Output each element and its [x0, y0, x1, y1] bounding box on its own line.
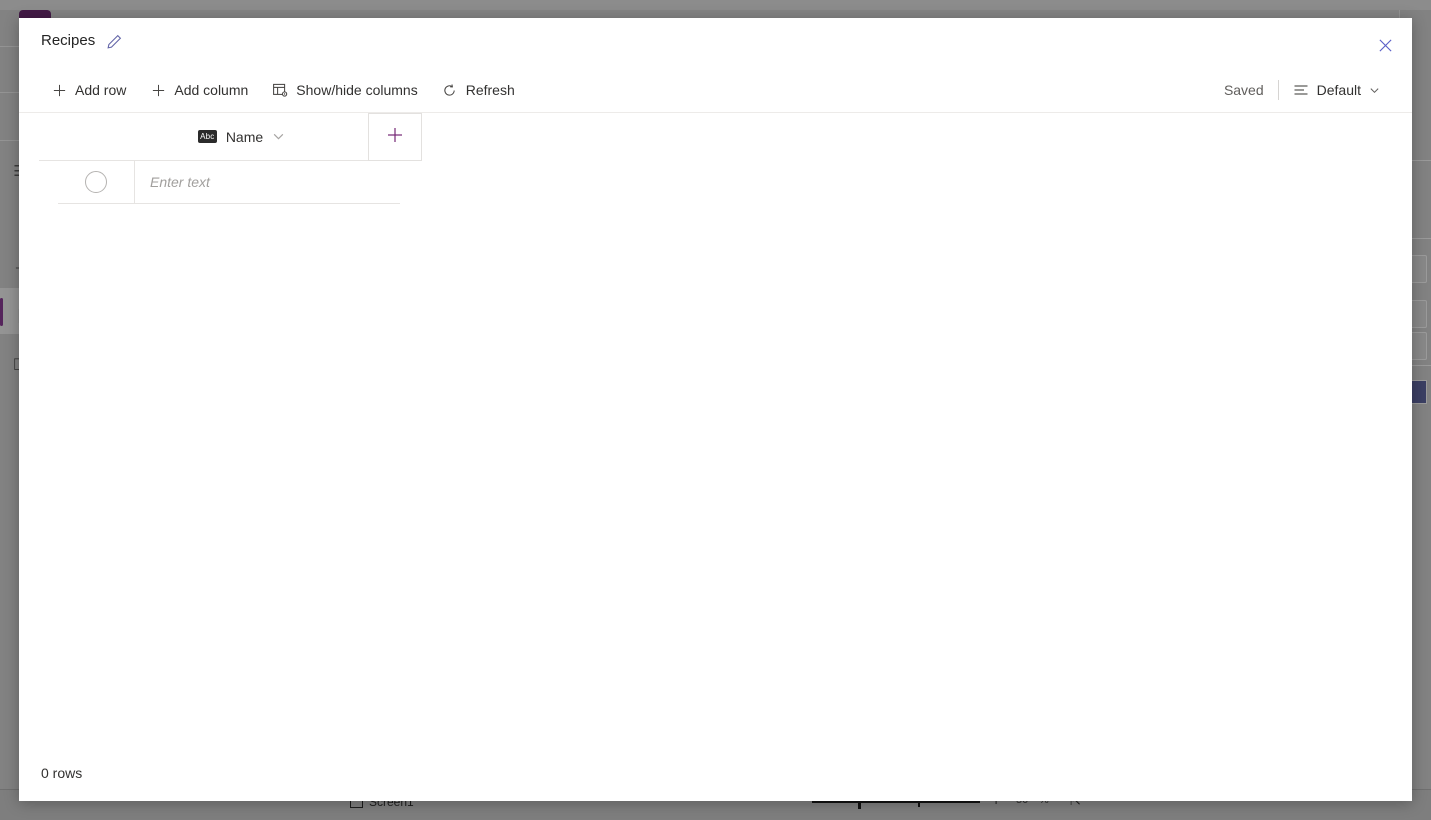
show-hide-columns-button[interactable]: Show/hide columns — [262, 74, 427, 106]
add-column-button[interactable]: Add column — [140, 74, 258, 106]
dialog-header: Recipes — [19, 18, 1412, 68]
plus-icon — [150, 82, 166, 98]
add-row-button[interactable]: Add row — [41, 74, 136, 106]
refresh-button[interactable]: Refresh — [432, 74, 525, 106]
name-input[interactable] — [148, 173, 400, 191]
row-select-cell[interactable] — [58, 161, 135, 203]
row-select-circle-icon[interactable] — [85, 171, 107, 193]
refresh-icon — [442, 82, 458, 98]
chevron-down-icon — [1369, 85, 1380, 96]
plus-icon — [51, 82, 67, 98]
add-row-label: Add row — [75, 82, 127, 98]
grid-select-all-header[interactable] — [39, 113, 115, 161]
grid-add-column-button[interactable] — [368, 113, 422, 161]
close-icon[interactable] — [1370, 30, 1400, 60]
toolbar-right-group: Saved Default — [1224, 68, 1390, 112]
page-title: Recipes — [41, 32, 96, 49]
refresh-label: Refresh — [465, 82, 515, 98]
row-count-label: 0 rows — [41, 765, 83, 781]
dialog-toolbar: Add row Add column Show/hide columns Ref… — [19, 68, 1412, 113]
show-hide-columns-label: Show/hide columns — [296, 82, 418, 98]
add-column-label: Add column — [174, 82, 249, 98]
table-row — [58, 161, 400, 204]
chevron-down-icon[interactable] — [272, 130, 285, 143]
list-view-icon — [1293, 82, 1309, 98]
data-grid: Abc Name — [19, 113, 1412, 753]
grid-cell-name[interactable] — [135, 161, 400, 203]
view-selector-label: Default — [1316, 82, 1361, 98]
recipes-table-dialog: Recipes Add row Add column Show/hide col… — [19, 18, 1412, 801]
grid-column-label: Name — [225, 128, 264, 145]
view-selector-button[interactable]: Default — [1279, 74, 1390, 106]
plus-icon — [385, 125, 405, 150]
edit-pencil-icon[interactable] — [105, 33, 123, 51]
rail-active-indicator — [0, 298, 3, 326]
text-type-icon: Abc — [197, 130, 217, 143]
dialog-footer: 0 rows — [19, 753, 1412, 801]
grid-column-header-name[interactable]: Abc Name — [115, 113, 368, 161]
table-settings-icon — [272, 82, 288, 98]
status-badge: Saved — [1223, 82, 1264, 98]
grid-header-row: Abc Name — [39, 113, 422, 161]
background-top-bar — [0, 0, 1431, 10]
